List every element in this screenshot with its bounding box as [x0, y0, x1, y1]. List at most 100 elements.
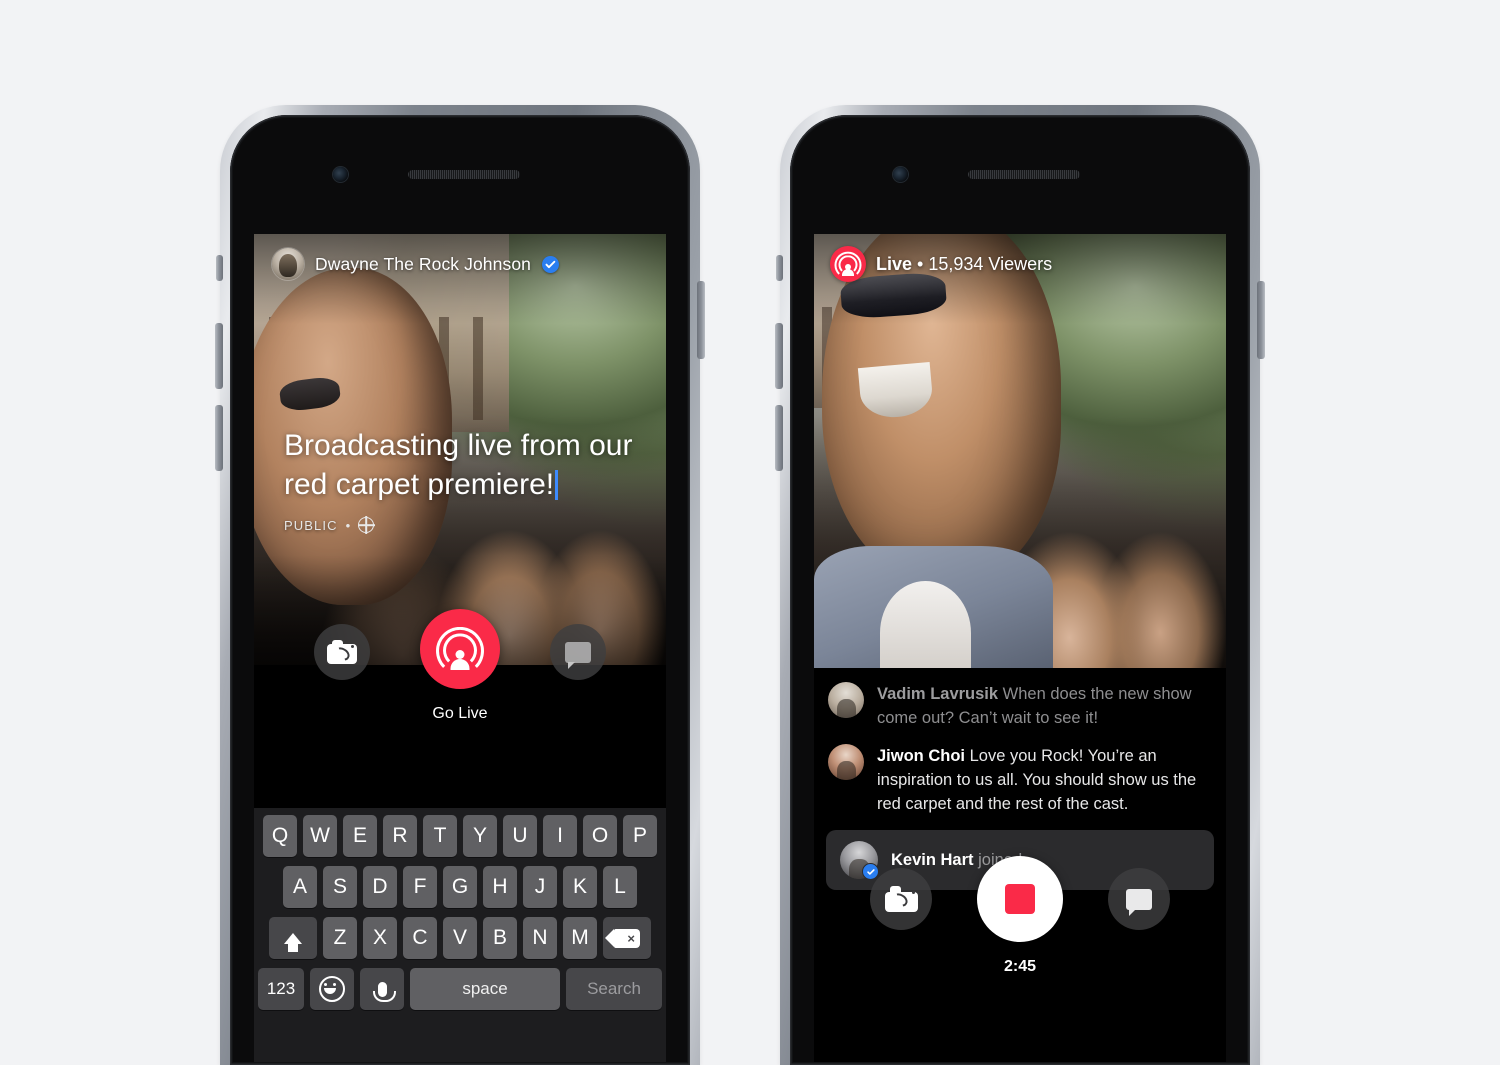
commenter-avatar[interactable]: [828, 682, 864, 718]
chat-bubble-icon: [565, 641, 591, 669]
volume-down-button[interactable]: [215, 405, 223, 471]
live-status-text: Live • 15,934 Viewers: [876, 254, 1052, 275]
keyboard-row-2: A S D F G H J K L: [254, 866, 666, 908]
key-k[interactable]: K: [563, 866, 597, 908]
backspace-icon: ×: [605, 928, 640, 948]
volume-up-button[interactable]: [215, 323, 223, 389]
key-g[interactable]: G: [443, 866, 477, 908]
volume-up-button[interactable]: [775, 323, 783, 389]
key-a[interactable]: A: [283, 866, 317, 908]
key-b[interactable]: B: [483, 917, 517, 959]
key-c[interactable]: C: [403, 917, 437, 959]
comment-author: Jiwon Choi: [877, 747, 965, 765]
flip-camera-button[interactable]: [870, 868, 932, 930]
key-v[interactable]: V: [443, 917, 477, 959]
shift-key[interactable]: [269, 917, 317, 959]
live-broadcast-icon: [436, 626, 484, 675]
front-camera-icon: [893, 167, 908, 182]
screen-right: Live • 15,934 Viewers Vadim Lavrusik Whe…: [814, 234, 1226, 1065]
scene-background: Dwayne The Rock Johnson Broadcasting liv…: [0, 0, 1500, 1065]
key-z[interactable]: Z: [323, 917, 357, 959]
space-key[interactable]: space: [410, 968, 560, 1010]
chat-bubble-icon: [1126, 888, 1152, 916]
scene-smile: [858, 361, 935, 420]
key-i[interactable]: I: [543, 815, 577, 857]
key-n[interactable]: N: [523, 917, 557, 959]
key-l[interactable]: L: [603, 866, 637, 908]
emoji-smiley-icon: [319, 976, 345, 1002]
mute-switch[interactable]: [776, 255, 783, 281]
phone-front-face-right: Live • 15,934 Viewers Vadim Lavrusik Whe…: [790, 115, 1250, 1065]
key-h[interactable]: H: [483, 866, 517, 908]
comment-item[interactable]: Vadim Lavrusik When does the new show co…: [814, 674, 1226, 736]
composer-controls-row: [254, 609, 666, 695]
numbers-key[interactable]: 123: [258, 968, 304, 1010]
mute-switch[interactable]: [216, 255, 223, 281]
flip-camera-button[interactable]: [314, 624, 370, 680]
key-y[interactable]: Y: [463, 815, 497, 857]
live-broadcast-icon: [834, 251, 862, 279]
key-d[interactable]: D: [363, 866, 397, 908]
power-button[interactable]: [697, 281, 705, 359]
phone-front-face-left: Dwayne The Rock Johnson Broadcasting liv…: [230, 115, 690, 1065]
comment-body: Vadim Lavrusik When does the new show co…: [877, 682, 1212, 730]
key-t[interactable]: T: [423, 815, 457, 857]
power-button[interactable]: [1257, 281, 1265, 359]
emoji-key[interactable]: [310, 968, 354, 1010]
screen-left: Dwayne The Rock Johnson Broadcasting liv…: [254, 234, 666, 1065]
comment-author: Vadim Lavrusik: [877, 685, 999, 703]
elapsed-time: 2:45: [1003, 958, 1037, 975]
key-x[interactable]: X: [363, 917, 397, 959]
key-s[interactable]: S: [323, 866, 357, 908]
key-p[interactable]: P: [623, 815, 657, 857]
comments-button[interactable]: [550, 624, 606, 680]
globe-icon: [358, 517, 375, 533]
volume-down-button[interactable]: [775, 405, 783, 471]
live-indicator-button[interactable]: [830, 246, 866, 282]
key-o[interactable]: O: [583, 815, 617, 857]
scene-sunglasses: [278, 375, 342, 414]
composer-line-2-wrap: red carpet premiere!: [284, 465, 640, 504]
keyboard-row-4: 123 space Search: [254, 968, 666, 1010]
key-m[interactable]: M: [563, 917, 597, 959]
privacy-label: PUBLIC: [284, 517, 338, 533]
camera-preview-left[interactable]: Dwayne The Rock Johnson Broadcasting liv…: [254, 234, 666, 665]
backspace-key[interactable]: ×: [603, 917, 651, 959]
author-header[interactable]: Dwayne The Rock Johnson: [272, 248, 559, 280]
composer-controls: Go Live: [254, 609, 666, 759]
comments-button[interactable]: [1108, 868, 1170, 930]
privacy-selector[interactable]: PUBLIC •: [284, 517, 640, 533]
composer-line-1: Broadcasting live from our: [284, 429, 633, 462]
verified-badge-icon: [541, 255, 559, 273]
privacy-separator: •: [345, 517, 351, 533]
camera-flip-icon: [884, 886, 918, 912]
commenter-avatar[interactable]: [828, 744, 864, 780]
stop-broadcast-button[interactable]: [977, 856, 1063, 942]
avatar[interactable]: [272, 248, 304, 280]
return-key[interactable]: Search: [566, 968, 662, 1010]
go-live-label: Go Live: [432, 705, 488, 722]
key-w[interactable]: W: [303, 815, 337, 857]
front-camera-icon: [333, 167, 348, 182]
microphone-icon: [372, 981, 396, 1002]
key-q[interactable]: Q: [263, 815, 297, 857]
live-status-bar: Live • 15,934 Viewers: [830, 246, 1052, 282]
earpiece-speaker: [408, 170, 520, 179]
key-j[interactable]: J: [523, 866, 557, 908]
broadcast-description-input[interactable]: Broadcasting live from our red carpet pr…: [284, 426, 640, 533]
key-f[interactable]: F: [403, 866, 437, 908]
composer-line-2: red carpet premiere!: [284, 468, 555, 501]
dictation-key[interactable]: [360, 968, 404, 1010]
key-r[interactable]: R: [383, 815, 417, 857]
live-video-preview[interactable]: Live • 15,934 Viewers: [814, 234, 1226, 668]
broadcast-controls-row: [814, 856, 1226, 944]
key-e[interactable]: E: [343, 815, 377, 857]
on-screen-keyboard[interactable]: Q W E R T Y U I O P A S D F G H J K L Z …: [254, 808, 666, 1065]
author-name: Dwayne The Rock Johnson: [315, 253, 531, 274]
broadcast-controls: 2:45: [814, 856, 1226, 1008]
key-u[interactable]: U: [503, 815, 537, 857]
go-live-button[interactable]: [420, 609, 500, 689]
comment-item[interactable]: Jiwon Choi Love you Rock! You’re an insp…: [814, 736, 1226, 822]
keyboard-row-1: Q W E R T Y U I O P: [254, 815, 666, 857]
text-cursor: [555, 470, 559, 500]
